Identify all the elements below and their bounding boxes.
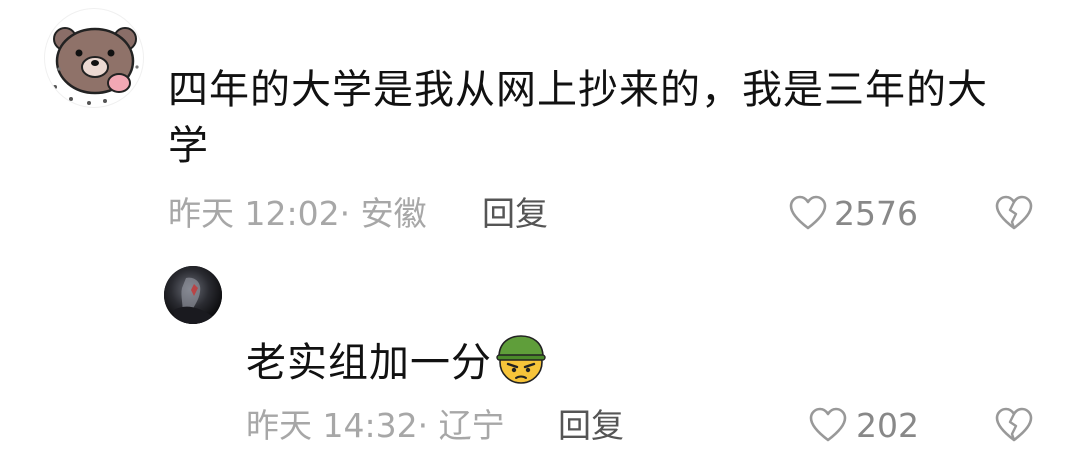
reply-text: 老实组加一分: [246, 340, 492, 386]
reply-like-button[interactable]: [808, 406, 848, 446]
reply-text-row: 老实组加一分: [246, 332, 548, 391]
military-helmet-face-emoji-icon: [496, 335, 546, 384]
reply-time: 昨天 14:32·: [246, 406, 429, 445]
bear-avatar-image: [53, 27, 139, 105]
comment-dislike-button[interactable]: [994, 194, 1034, 234]
comment-time: 昨天 12:02·: [168, 194, 351, 233]
reply-like-count: 202: [856, 406, 919, 445]
comment-text: 四年的大学是我从网上抄来的，我是三年的大学: [168, 67, 988, 169]
reply-meta: 昨天 14:32· 辽宁: [246, 406, 505, 446]
comment-reply-button[interactable]: 回复: [482, 194, 548, 234]
comment-location: 安徽: [360, 194, 427, 233]
heart-outline-icon: [809, 407, 847, 442]
broken-heart-icon: [995, 195, 1033, 230]
comment-meta: 昨天 12:02· 安徽: [168, 194, 427, 234]
reply-dislike-button[interactable]: [994, 406, 1034, 446]
dark-figure-avatar-image: [164, 266, 222, 324]
comment-like-button[interactable]: [788, 194, 828, 234]
comment-like-count: 2576: [834, 194, 918, 233]
commenter-avatar[interactable]: [44, 8, 144, 108]
reply-location: 辽宁: [438, 406, 505, 445]
reply-reply-button[interactable]: 回复: [558, 406, 624, 446]
broken-heart-icon: [995, 407, 1033, 442]
heart-outline-icon: [789, 195, 827, 230]
replier-avatar[interactable]: [164, 266, 222, 324]
